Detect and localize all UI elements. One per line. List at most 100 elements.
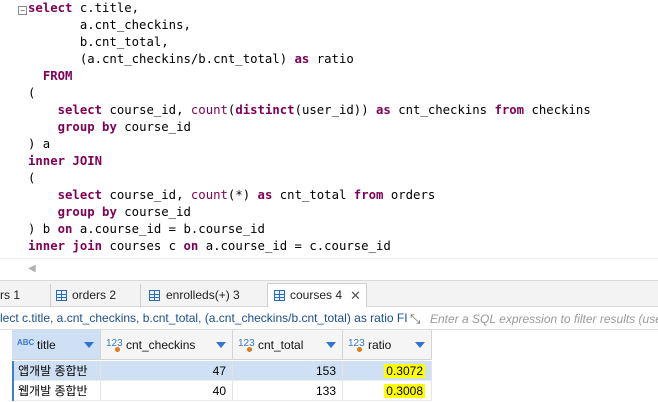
code-line: select course_id, count(*) as cnt_total … [28, 187, 436, 204]
tab-orders[interactable]: orders 2 [50, 284, 140, 307]
code-token: (user_id)) [294, 103, 376, 117]
cell-title[interactable]: 웹개발 종합반 [14, 381, 101, 401]
code-line: group by course_id [28, 119, 191, 136]
code-line: b.cnt_total, [28, 34, 169, 51]
sql-editor[interactable]: − select c.title, a.cnt_checkins, b.cnt_… [0, 0, 658, 258]
code-token: as [376, 103, 391, 117]
cell-ratio[interactable]: 0.3072 [343, 361, 432, 381]
cell-cnt-total[interactable]: 133 [233, 381, 343, 401]
code-line: (a.cnt_checkins/b.cnt_total) as ratio [28, 51, 354, 68]
sort-arrow-icon[interactable] [216, 342, 226, 348]
code-token: a.course_id = c.course_id [198, 239, 391, 253]
cell-cnt-checkins[interactable]: 40 [101, 381, 233, 401]
code-line: group by course_id [28, 204, 191, 221]
code-token: group by [57, 205, 117, 219]
code-line: FROM [28, 68, 73, 85]
fold-toggle[interactable]: − [18, 6, 27, 15]
code-token: ( [28, 171, 36, 185]
text-type-icon: ABC [17, 338, 35, 347]
code-token: cnt_total [272, 188, 354, 202]
column-name: ratio [368, 338, 392, 352]
close-icon[interactable]: ✕ [350, 284, 361, 307]
code-token: ( [28, 86, 36, 100]
code-line: inner join courses c on a.course_id = c.… [28, 238, 391, 255]
tab-label: orders 2 [72, 288, 117, 302]
code-token: course_id, [102, 103, 191, 117]
ratio-value: 0.3072 [384, 364, 425, 378]
scroll-left-arrow-icon[interactable]: ◀ [28, 263, 36, 274]
code-token: from [353, 188, 384, 202]
cell-cnt-checkins[interactable]: 47 [101, 361, 233, 381]
code-line: select course_id, count(distinct(user_id… [28, 102, 591, 119]
sort-arrow-icon[interactable] [415, 342, 425, 348]
grid-icon [149, 290, 160, 301]
code-token: count [190, 188, 228, 202]
expand-filter-icon[interactable]: ⤡ [410, 311, 420, 327]
tab-label: courses 4 [290, 288, 343, 302]
sort-arrow-icon[interactable] [84, 342, 94, 348]
code-token: course_id [116, 205, 191, 219]
code-token: select [57, 103, 103, 117]
column-header-title[interactable]: ABC title [12, 330, 101, 360]
results-grid: ABC title 123 cnt_checkins 123 cnt_total… [0, 330, 658, 402]
code-token: distinct [235, 103, 295, 117]
column-header-ratio[interactable]: 123 ratio [343, 330, 432, 360]
code-token: c.title, [72, 1, 140, 15]
cell-title[interactable]: 앱개발 종합반 [14, 361, 101, 381]
grid-icon [274, 290, 285, 301]
code-line: inner JOIN [28, 153, 102, 170]
code-token: checkins [524, 103, 591, 117]
code-token: as [257, 188, 273, 202]
filter-bar: lect c.title, a.cnt_checkins, b.cnt_tota… [0, 308, 658, 330]
tab-result-1[interactable]: rs 1 [0, 284, 50, 307]
key-dot-icon [115, 347, 120, 352]
filter-input[interactable] [430, 310, 658, 328]
code-token: as [294, 52, 310, 66]
code-token: course_id, [102, 188, 191, 202]
key-dot-icon [247, 347, 252, 352]
code-token: select [28, 1, 73, 15]
result-tabs: rs 1 orders 2 enrolleds(+) 3 courses 4 ✕ [0, 280, 658, 307]
cell-cnt-total[interactable]: 153 [233, 361, 343, 381]
code-line: ) a [28, 136, 50, 153]
tab-label: rs 1 [0, 288, 21, 302]
code-line: ( [28, 170, 35, 187]
tab-enrolleds[interactable]: enrolleds(+) 3 [140, 284, 265, 307]
cell-ratio[interactable]: 0.3008 [343, 381, 432, 401]
code-token: group by [57, 120, 117, 134]
tab-courses[interactable]: courses 4 ✕ [267, 283, 367, 307]
code-line: select c.title, [28, 0, 139, 17]
tab-label: enrolleds(+) 3 [166, 288, 240, 302]
code-token: inner JOIN [28, 154, 103, 168]
column-header-cnt-checkins[interactable]: 123 cnt_checkins [101, 330, 233, 360]
code-token: on [183, 239, 199, 253]
code-token: course_id [116, 120, 191, 134]
grid-icon [56, 290, 67, 301]
column-header-cnt-total[interactable]: 123 cnt_total [233, 330, 343, 360]
sort-arrow-icon[interactable] [326, 342, 336, 348]
code-token: cnt_checkins [390, 103, 495, 117]
code-token: on [57, 222, 73, 236]
code-token: from [494, 103, 525, 117]
key-dot-icon [357, 347, 362, 352]
code-token: inner join [28, 239, 103, 253]
code-token: count [190, 103, 228, 117]
column-name: cnt_checkins [126, 338, 196, 352]
code-token: b.cnt_total, [28, 35, 169, 49]
code-token: ratio [309, 52, 354, 66]
code-line: ( [28, 85, 35, 102]
code-token: courses c [102, 239, 184, 253]
code-line: a.cnt_checkins, [28, 17, 191, 34]
column-name: title [37, 338, 56, 352]
ratio-value: 0.3008 [384, 384, 425, 398]
code-token: select [57, 188, 103, 202]
code-token: a.cnt_checkins, [28, 18, 191, 32]
editor-horizontal-scrollbar[interactable]: ◀ [0, 258, 658, 278]
code-token: (*) [227, 188, 258, 202]
code-line: ) b on a.course_id = b.course_id [28, 221, 265, 238]
